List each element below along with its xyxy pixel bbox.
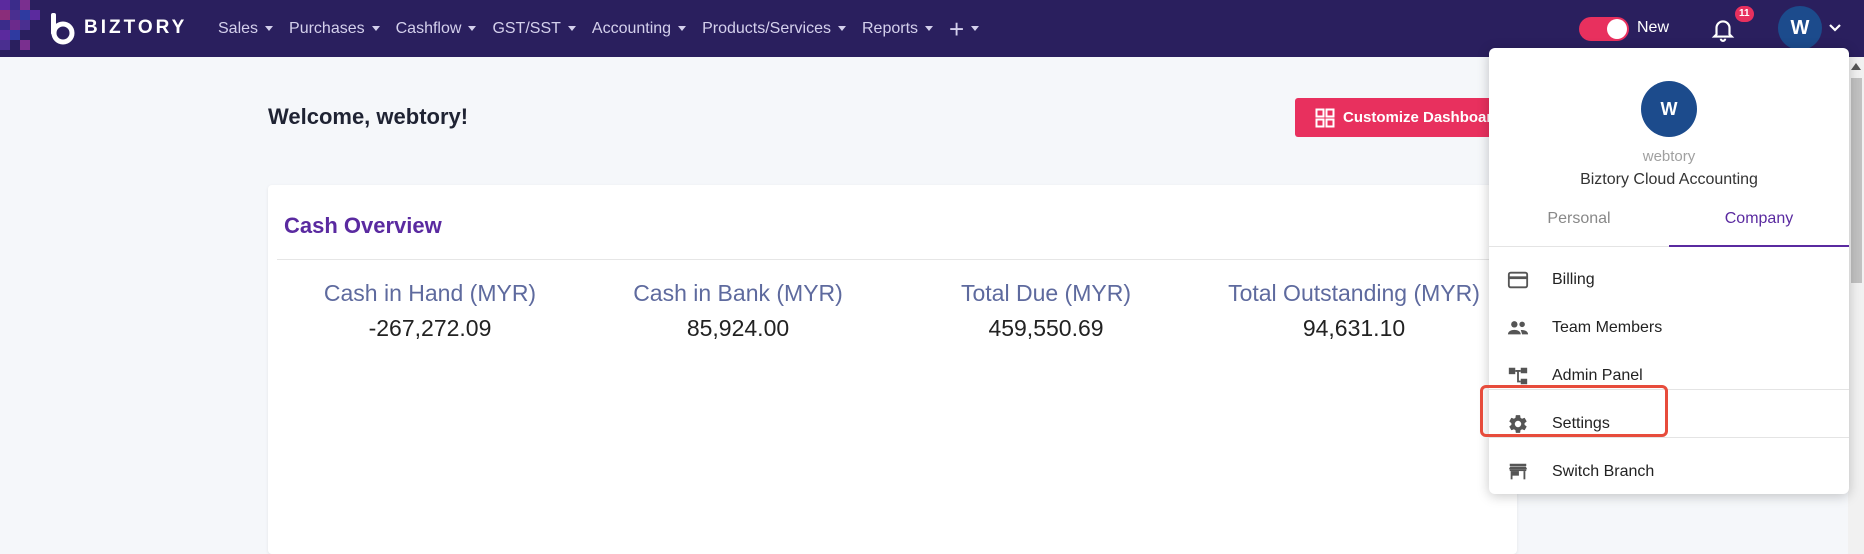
menu-divider	[1489, 437, 1849, 438]
menu-item-label: Billing	[1552, 271, 1595, 288]
nav-accounting-label: Accounting	[591, 19, 672, 37]
chevron-down-icon	[371, 26, 380, 31]
menu-item-label: Switch Branch	[1552, 463, 1655, 480]
customize-dashboard-label: Customize Dashboard	[1343, 109, 1495, 126]
nav-purchases-label: Purchases	[289, 19, 365, 37]
dropdown-username: webtory	[1642, 148, 1696, 165]
tab-personal[interactable]: Personal	[1489, 210, 1669, 247]
cash-overview-title: Cash Overview	[284, 213, 442, 238]
stat-cash-in-hand: Cash in Hand (MYR) -267,272.09	[280, 280, 580, 342]
stat-total-due: Total Due (MYR) 459,550.69	[896, 280, 1196, 342]
stat-label: Total Outstanding (MYR)	[1228, 280, 1480, 306]
brand-logo[interactable]: BIZTORY	[48, 10, 187, 46]
chevron-down-icon	[838, 26, 846, 31]
stat-value: 459,550.69	[988, 315, 1104, 341]
chevron-down-icon	[567, 26, 576, 31]
stat-label: Cash in Hand (MYR)	[323, 280, 537, 306]
new-ui-toggle-label: New	[1637, 19, 1670, 36]
customize-dashboard-button[interactable]: Customize Dashboard	[1295, 98, 1495, 137]
nav-sales[interactable]: Sales	[218, 19, 274, 38]
stat-label: Total Due (MYR)	[961, 280, 1131, 306]
store-icon	[1507, 461, 1529, 483]
menu-item-billing[interactable]: Billing	[1489, 256, 1849, 303]
nav-gst-sst-label: GST/SST	[492, 19, 561, 37]
menu-item-label: Team Members	[1552, 319, 1663, 336]
nav-purchases[interactable]: Purchases	[289, 20, 380, 38]
new-ui-toggle[interactable]	[1579, 17, 1629, 41]
chevron-down-icon	[678, 26, 687, 31]
cash-overview-card: Cash Overview Cash in Hand (MYR) -267,27…	[268, 185, 1517, 554]
notifications-bell-icon[interactable]	[1710, 16, 1736, 42]
stat-total-outstanding: Total Outstanding (MYR) 94,631.10	[1204, 280, 1504, 342]
nav-reports-label: Reports	[862, 19, 919, 37]
nav-cashflow[interactable]: Cashflow	[396, 20, 477, 38]
welcome-heading: Welcome, webtory!	[268, 104, 469, 129]
user-avatar-button[interactable]: W	[1778, 6, 1822, 50]
nav-quick-add[interactable]: +	[949, 13, 980, 44]
biztory-logo-icon	[48, 11, 78, 45]
tab-company[interactable]: Company	[1669, 210, 1849, 247]
chevron-down-icon[interactable]	[1828, 21, 1842, 35]
dropdown-company-name: Biztory Cloud Accounting	[1580, 171, 1758, 188]
scrollbar-thumb[interactable]	[1851, 78, 1862, 283]
credit-card-icon	[1507, 269, 1529, 291]
menu-item-team-members[interactable]: Team Members	[1489, 304, 1849, 351]
chevron-down-icon	[265, 26, 274, 31]
stat-value: 85,924.00	[686, 315, 790, 341]
dropdown-avatar: W	[1641, 81, 1697, 137]
stat-label: Cash in Bank (MYR)	[633, 280, 843, 306]
dropdown-avatar-initial: W	[1660, 98, 1678, 119]
plus-icon: +	[949, 13, 965, 44]
nav-accounting[interactable]: Accounting	[591, 19, 687, 38]
nav-products-services[interactable]: Products/Services	[702, 20, 846, 38]
chevron-down-icon	[971, 26, 980, 31]
menu-item-switch-branch[interactable]: Switch Branch	[1489, 448, 1849, 495]
grid-icon	[1315, 108, 1335, 127]
chevron-down-icon	[925, 26, 934, 31]
user-avatar-initial: W	[1790, 16, 1810, 39]
hierarchy-icon	[1507, 365, 1529, 387]
nav-reports[interactable]: Reports	[862, 19, 934, 38]
toggle-knob	[1607, 19, 1627, 39]
nav-sales-label: Sales	[218, 19, 259, 37]
stat-value: 94,631.10	[1302, 315, 1406, 341]
card-divider	[277, 259, 1517, 260]
nav-cashflow-label: Cashflow	[395, 19, 462, 37]
settings-highlight-box	[1480, 385, 1668, 437]
main-nav: Sales Purchases Cashflow GST/SST Account…	[218, 0, 995, 57]
menu-item-label: Admin Panel	[1552, 367, 1643, 384]
scroll-up-arrow-icon[interactable]	[1851, 63, 1861, 70]
nav-products-services-label: Products/Services	[702, 19, 831, 37]
stat-value: -267,272.09	[368, 315, 492, 341]
notification-count-badge: 11	[1735, 6, 1754, 22]
chevron-down-icon	[468, 26, 477, 31]
stat-cash-in-bank: Cash in Bank (MYR) 85,924.00	[588, 280, 888, 342]
brand-name: BIZTORY	[84, 17, 188, 38]
people-icon	[1507, 317, 1529, 339]
nav-gst-sst[interactable]: GST/SST	[492, 19, 576, 38]
